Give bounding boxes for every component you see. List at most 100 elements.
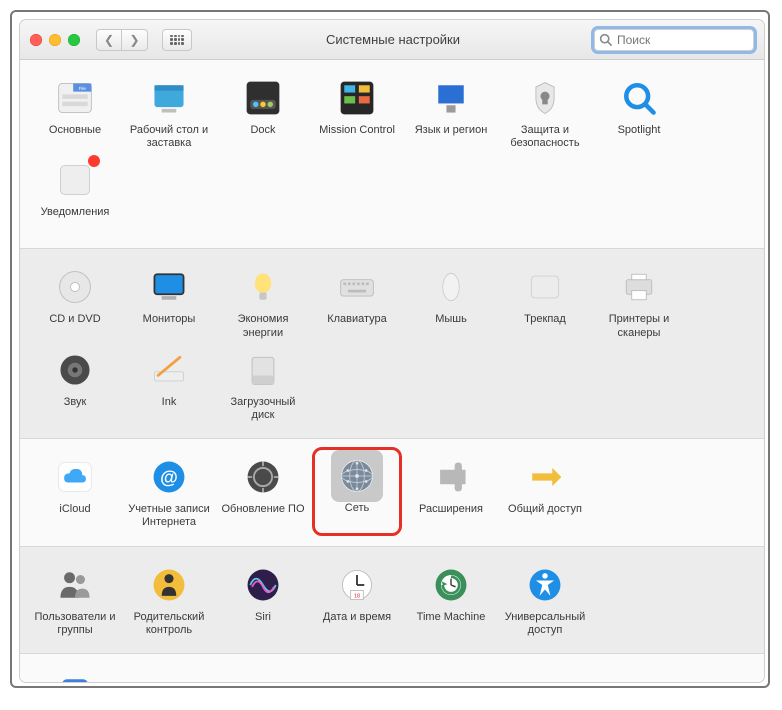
- pref-label: Клавиатура: [327, 313, 387, 339]
- pref-label: Пользователи и группы: [30, 611, 120, 637]
- pref-desktop[interactable]: Рабочий стол и заставка: [124, 74, 214, 156]
- keyboard-icon: [335, 265, 379, 309]
- pref-label: iCloud: [59, 503, 90, 529]
- pref-label: Универсальный доступ: [500, 611, 590, 637]
- pref-label: Мышь: [435, 313, 467, 339]
- prefs-section: CD и DVD МониторыЭкономия энергии Клавиату…: [20, 249, 764, 438]
- pref-displays[interactable]: Мониторы: [124, 263, 214, 345]
- pref-ntfs[interactable]: NTFS for Mac: [30, 668, 120, 682]
- pref-users[interactable]: Пользователи и группы: [30, 561, 120, 643]
- nav-segmented: ❮ ❯: [96, 29, 148, 51]
- show-all-button[interactable]: [162, 29, 192, 51]
- pref-label: Учетные записи Интернета: [124, 503, 214, 529]
- pref-label: Звук: [64, 396, 87, 422]
- pref-printers[interactable]: Принтеры и сканеры: [594, 263, 684, 345]
- grid-icon: [170, 35, 184, 45]
- pref-ink[interactable]: Ink: [124, 346, 214, 428]
- parental-icon: [147, 563, 191, 607]
- icloud-icon: [53, 455, 97, 499]
- pref-update[interactable]: Обновление ПО: [218, 453, 308, 535]
- printers-icon: [617, 265, 661, 309]
- pref-mouse[interactable]: Мышь: [406, 263, 496, 345]
- svg-text:18: 18: [354, 593, 360, 599]
- pref-parental[interactable]: Родительский контроль: [124, 561, 214, 643]
- prefs-section: File Основные Рабочий стол и заставка Dock M…: [20, 60, 764, 248]
- badge-icon: [88, 155, 100, 167]
- pref-label: Dock: [250, 124, 275, 150]
- forward-button[interactable]: ❯: [122, 29, 148, 51]
- minimize-button[interactable]: [49, 34, 61, 46]
- search-input[interactable]: [594, 29, 754, 51]
- pref-datetime[interactable]: 18Дата и время: [312, 561, 402, 643]
- pref-general[interactable]: File Основные: [30, 74, 120, 156]
- prefs-section: iCloud @ Учетные записи Интернета Обновлени…: [20, 439, 764, 545]
- close-button[interactable]: [30, 34, 42, 46]
- pref-icloud[interactable]: iCloud: [30, 453, 120, 535]
- pref-timemachine[interactable]: Time Machine: [406, 561, 496, 643]
- startup-icon: [241, 348, 285, 392]
- pref-label: Экономия энергии: [218, 313, 308, 339]
- svg-text:@: @: [160, 467, 178, 487]
- ink-icon: [147, 348, 191, 392]
- pref-security[interactable]: Защита и безопасность: [500, 74, 590, 156]
- pref-mission[interactable]: Mission Control: [312, 74, 402, 156]
- cddvd-icon: [53, 265, 97, 309]
- users-icon: [53, 563, 97, 607]
- pref-siri[interactable]: Siri: [218, 561, 308, 643]
- pref-label: Принтеры и сканеры: [594, 313, 684, 339]
- pref-accounts[interactable]: @ Учетные записи Интернета: [124, 453, 214, 535]
- pref-label: Уведомления: [41, 206, 110, 232]
- pref-energy[interactable]: Экономия энергии: [218, 263, 308, 345]
- sound-icon: [53, 348, 97, 392]
- svg-text:File: File: [79, 86, 87, 91]
- pref-startup[interactable]: Загрузочный диск: [218, 346, 308, 428]
- accessibility-icon: [523, 563, 567, 607]
- timemachine-icon: [429, 563, 473, 607]
- spotlight-icon: [617, 76, 661, 120]
- zoom-button[interactable]: [68, 34, 80, 46]
- pref-language[interactable]: Язык и регион: [406, 74, 496, 156]
- titlebar: ❮ ❯ Системные настройки: [20, 20, 764, 60]
- screenshot-frame: ❮ ❯ Системные настройки File Основные Рабо…: [10, 10, 770, 688]
- pref-extensions[interactable]: Расширения: [406, 453, 496, 535]
- pref-dock[interactable]: Dock: [218, 74, 308, 156]
- pref-spotlight[interactable]: Spotlight: [594, 74, 684, 156]
- pref-sound[interactable]: Звук: [30, 346, 120, 428]
- energy-icon: [241, 265, 285, 309]
- pref-network[interactable]: Сеть: [312, 447, 402, 535]
- extensions-icon: [429, 455, 473, 499]
- back-button[interactable]: ❮: [96, 29, 122, 51]
- pref-cddvd[interactable]: CD и DVD: [30, 263, 120, 345]
- security-icon: [523, 76, 567, 120]
- prefs-section: NTFS for Mac: [20, 654, 764, 682]
- dock-icon: [241, 76, 285, 120]
- pref-trackpad[interactable]: Трекпад: [500, 263, 590, 345]
- sharing-icon: [523, 455, 567, 499]
- window-title: Системные настройки: [200, 32, 586, 47]
- pref-label: CD и DVD: [49, 313, 100, 339]
- pref-label: Сеть: [345, 502, 369, 528]
- pref-label: Основные: [49, 124, 101, 150]
- pref-label: Загрузочный диск: [218, 396, 308, 422]
- mouse-icon: [429, 265, 473, 309]
- search-icon: [599, 33, 612, 46]
- search-wrap: [594, 29, 754, 51]
- pref-accessibility[interactable]: Универсальный доступ: [500, 561, 590, 643]
- prefs-window: ❮ ❯ Системные настройки File Основные Рабо…: [20, 20, 764, 682]
- prefs-section: Пользователи и группыРодительский контро…: [20, 547, 764, 653]
- notifications-icon: [53, 158, 97, 202]
- ntfs-icon: [53, 670, 97, 682]
- language-icon: [429, 76, 473, 120]
- displays-icon: [147, 265, 191, 309]
- pref-label: Обновление ПО: [221, 503, 304, 529]
- prefs-content: File Основные Рабочий стол и заставка Dock M…: [20, 60, 764, 682]
- pref-label: Трекпад: [524, 313, 566, 339]
- accounts-icon: @: [147, 455, 191, 499]
- pref-notifications[interactable]: Уведомления: [30, 156, 120, 238]
- pref-label: Расширения: [419, 503, 483, 529]
- pref-sharing[interactable]: Общий доступ: [500, 453, 590, 535]
- pref-keyboard[interactable]: Клавиатура: [312, 263, 402, 345]
- pref-label: Time Machine: [417, 611, 486, 637]
- siri-icon: [241, 563, 285, 607]
- pref-label: Защита и безопасность: [500, 124, 590, 150]
